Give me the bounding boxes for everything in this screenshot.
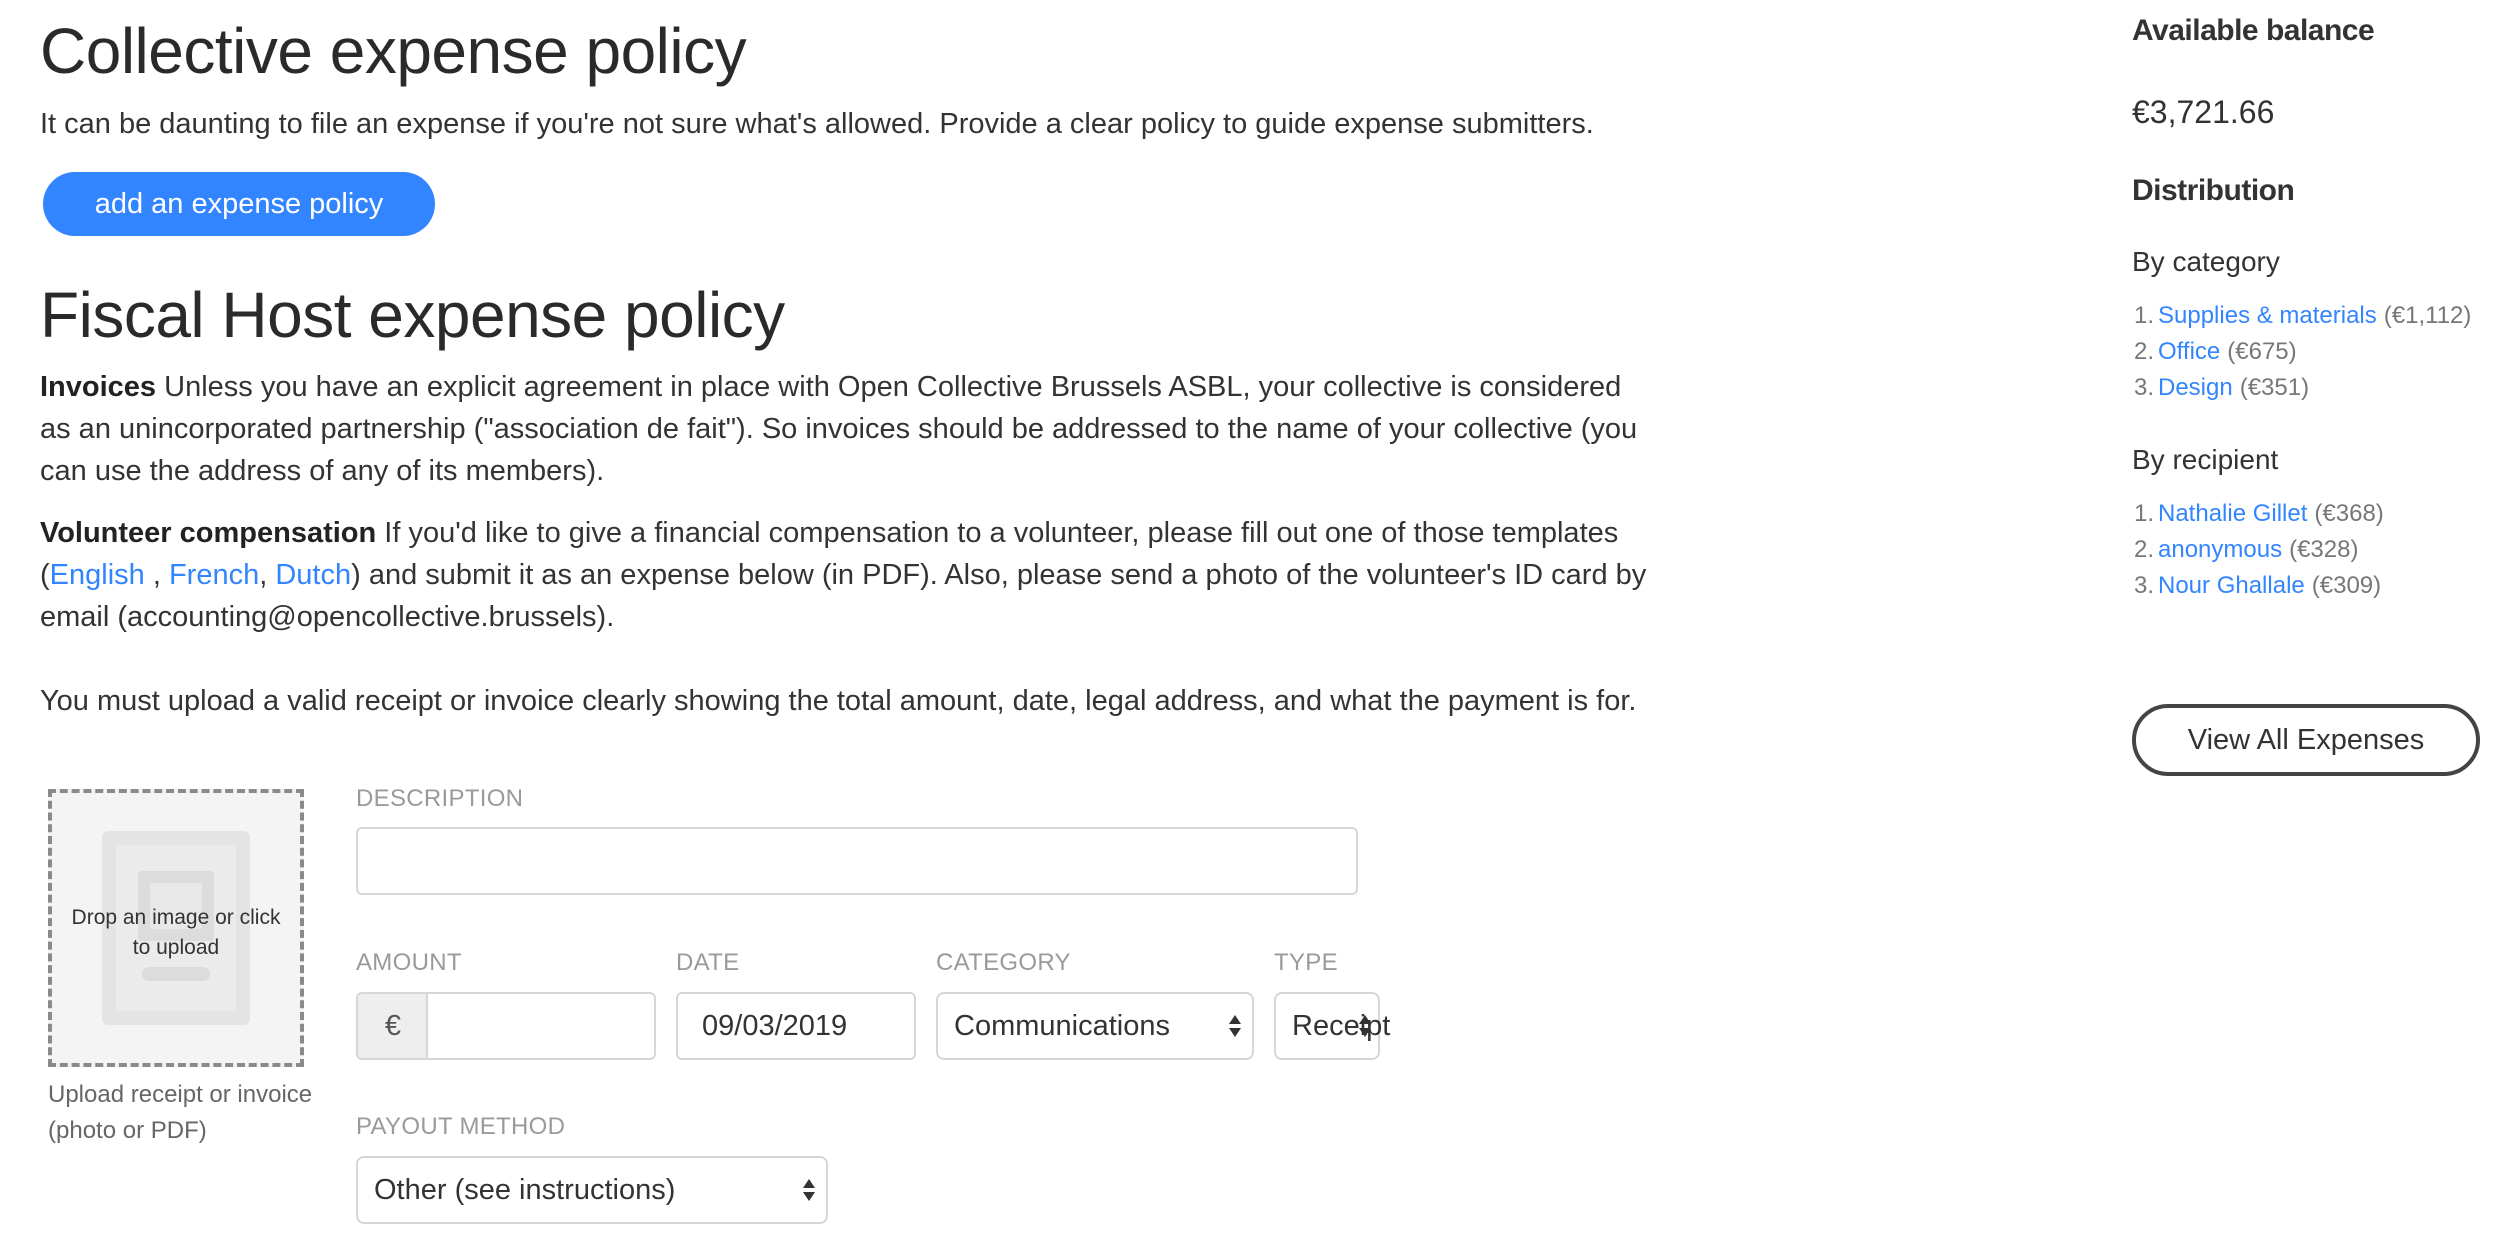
invoices-text: Unless you have an explicit agreement in…	[40, 371, 1638, 487]
view-all-expenses-button[interactable]: View All Expenses	[2132, 704, 2480, 776]
recipient-list: 1. Nathalie Gillet (€368) 2. anonymous (…	[2134, 496, 2384, 604]
payout-method-select[interactable]: Other (see instructions)	[356, 1156, 828, 1224]
add-expense-policy-button[interactable]: add an expense policy	[43, 172, 435, 236]
by-recipient-title: By recipient	[2132, 444, 2279, 475]
payout-selected-value: Other (see instructions)	[374, 1173, 676, 1206]
collective-policy-title: Collective expense policy	[40, 15, 747, 87]
type-select[interactable]: Receipt	[1274, 992, 1390, 1060]
category-selected-value: Communications	[954, 1009, 1170, 1042]
link-separator-1: ,	[144, 559, 169, 591]
available-balance-value: €3,721.66	[2132, 94, 2275, 130]
collective-policy-description: It can be daunting to file an expense if…	[40, 108, 1594, 140]
date-label: DATE	[676, 949, 740, 976]
description-input[interactable]	[356, 827, 1358, 895]
currency-addon: €	[356, 992, 428, 1060]
category-list: 1. Supplies & materials (€1,112) 2. Offi…	[2134, 298, 2471, 406]
link-separator-2: ,	[259, 559, 276, 591]
invoices-paragraph: Invoices Unless you have an explicit agr…	[40, 366, 1650, 492]
volunteer-label: Volunteer compensation	[40, 517, 377, 549]
category-select[interactable]: Communications	[936, 992, 1254, 1060]
list-item: 2. Office (€675)	[2134, 334, 2471, 370]
category-link-supplies[interactable]: Supplies & materials	[2158, 298, 2377, 334]
upload-caption: Upload receipt or invoice (photo or PDF)	[48, 1081, 313, 1144]
type-selected-value: Receipt	[1292, 1009, 1391, 1042]
list-item: 2. anonymous (€328)	[2134, 532, 2384, 568]
amount-input[interactable]	[426, 992, 656, 1060]
available-balance-title: Available balance	[2132, 14, 2375, 47]
dutch-template-link[interactable]: Dutch	[275, 559, 351, 591]
date-input[interactable]: 09/03/2019	[676, 992, 916, 1060]
distribution-title: Distribution	[2132, 174, 2295, 207]
amount-field: €	[356, 992, 656, 1060]
type-label: TYPE	[1274, 949, 1338, 976]
description-label: DESCRIPTION	[356, 785, 524, 812]
up-down-caret-icon	[1229, 1015, 1241, 1037]
by-category-title: By category	[2132, 246, 2280, 277]
recipient-link-nour-ghallale[interactable]: Nour Ghallale	[2158, 568, 2305, 604]
up-down-caret-icon	[1359, 1015, 1371, 1037]
recipient-link-nathalie-gillet[interactable]: Nathalie Gillet	[2158, 496, 2307, 532]
volunteer-paragraph: Volunteer compensation If you'd like to …	[40, 512, 1650, 638]
category-label: CATEGORY	[936, 949, 1071, 976]
french-template-link[interactable]: French	[169, 559, 259, 591]
list-item: 3. Nour Ghallale (€309)	[2134, 568, 2384, 604]
recipient-link-anonymous[interactable]: anonymous	[2158, 532, 2282, 568]
category-link-office[interactable]: Office	[2158, 334, 2220, 370]
receipt-dropzone[interactable]: Drop an image or click to upload	[48, 789, 304, 1067]
list-item: 1. Supplies & materials (€1,112)	[2134, 298, 2471, 334]
payout-method-label: PAYOUT METHOD	[356, 1113, 566, 1140]
category-link-design[interactable]: Design	[2158, 370, 2233, 406]
receipt-notice: You must upload a valid receipt or invoi…	[40, 685, 1637, 717]
fiscal-host-policy-title: Fiscal Host expense policy	[40, 279, 785, 351]
up-down-caret-icon	[803, 1179, 815, 1201]
invoices-label: Invoices	[40, 371, 157, 403]
list-item: 3. Design (€351)	[2134, 370, 2471, 406]
list-item: 1. Nathalie Gillet (€368)	[2134, 496, 2384, 532]
amount-label: AMOUNT	[356, 949, 462, 976]
dropzone-text: Drop an image or click to upload	[71, 906, 281, 959]
english-template-link[interactable]: English	[50, 559, 145, 591]
